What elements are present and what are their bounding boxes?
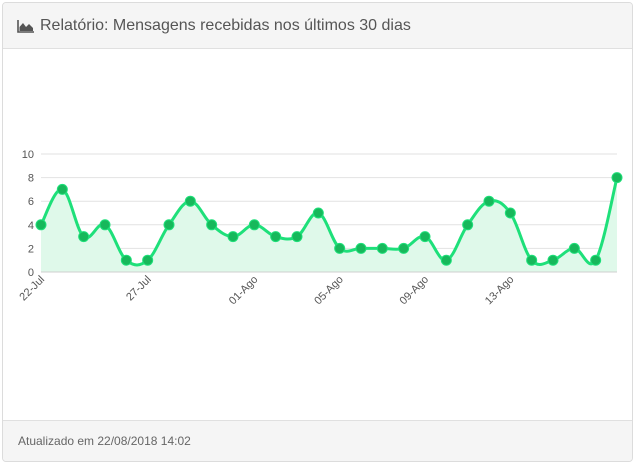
panel-header: Relatório: Mensagens recebidas nos últim… <box>3 3 632 49</box>
data-point <box>206 219 218 231</box>
y-tick-label: 4 <box>28 220 34 232</box>
data-point <box>56 183 68 195</box>
panel-footer: Atualizado em 22/08/2018 14:02 <box>3 420 632 461</box>
data-point <box>547 254 559 266</box>
data-point <box>398 242 410 254</box>
panel-title: Relatório: Mensagens recebidas nos últim… <box>40 16 411 34</box>
data-point <box>440 254 452 266</box>
data-point <box>312 207 324 219</box>
data-point <box>419 231 431 243</box>
last-updated-text: Atualizado em 22/08/2018 14:02 <box>18 434 191 448</box>
data-point <box>163 219 175 231</box>
data-point <box>334 242 346 254</box>
data-point <box>142 254 154 266</box>
y-tick-label: 8 <box>28 173 34 185</box>
data-point <box>504 207 516 219</box>
x-tick-label: 05-Ago <box>312 274 346 308</box>
data-point <box>376 242 388 254</box>
data-point <box>227 231 239 243</box>
data-point <box>248 219 260 231</box>
report-panel: Relatório: Mensagens recebidas nos últim… <box>2 2 633 462</box>
data-point <box>270 231 282 243</box>
chart-area: 0 2 4 6 8 10 22-Jul 27-Jul 01-Ago 05-Ago 09-Ago 13-… <box>3 50 632 420</box>
x-tick-label: 09-Ago <box>398 274 432 308</box>
data-point <box>483 195 495 207</box>
data-point <box>35 219 47 231</box>
data-point <box>184 195 196 207</box>
y-tick-label: 10 <box>22 149 34 161</box>
area-chart-icon <box>17 19 34 33</box>
data-point <box>78 231 90 243</box>
data-point <box>291 231 303 243</box>
y-tick-label: 2 <box>28 243 34 255</box>
x-tick-label: 13-Ago <box>483 274 517 308</box>
data-point <box>526 254 538 266</box>
line-area-chart: 024681022-Jul 27-Jul 01-Ago 05-Ago 09-Ago 13-… <box>17 149 623 308</box>
data-point <box>590 254 602 266</box>
data-point <box>568 242 580 254</box>
data-point <box>611 172 623 184</box>
data-point <box>120 254 132 266</box>
y-tick-label: 0 <box>28 267 34 279</box>
x-tick-label: 01-Ago <box>227 274 261 308</box>
y-tick-label: 6 <box>28 196 34 208</box>
x-tick-label: 27-Jul <box>124 274 154 304</box>
data-point <box>462 219 474 231</box>
data-point <box>355 242 367 254</box>
data-point <box>99 219 111 231</box>
